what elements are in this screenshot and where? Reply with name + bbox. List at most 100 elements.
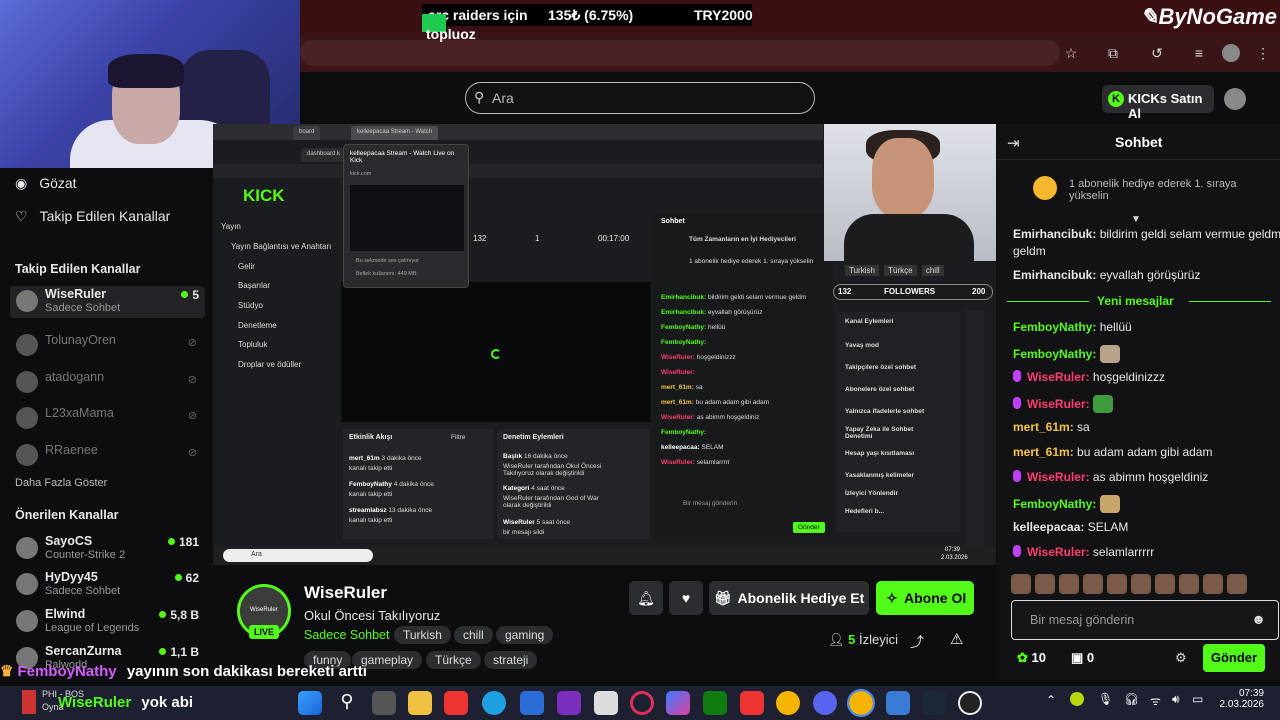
edge-icon[interactable] bbox=[482, 691, 506, 715]
sidebar-item-sayocs[interactable]: SayoCS Counter-Strike 2 181 bbox=[10, 533, 205, 565]
share-icon[interactable]: ⤴ bbox=[910, 632, 924, 652]
microphone-icon[interactable]: 🎙︎ bbox=[1098, 692, 1113, 706]
emote-icon[interactable] bbox=[1059, 574, 1079, 594]
sidebar-item-tolunayoren[interactable]: TolunayOren ⊘ bbox=[10, 330, 205, 362]
show-more-link[interactable]: Daha Fazla Göster bbox=[15, 477, 107, 489]
gift-sub-button[interactable]: 🎁︎ Abonelik Hediye Et bbox=[709, 581, 869, 615]
chat-user[interactable]: WiseRuler: bbox=[1027, 470, 1090, 484]
follow-button[interactable]: ♥ bbox=[669, 581, 703, 615]
chevron-up-icon[interactable]: ⌃ bbox=[1046, 693, 1056, 707]
emote-icon[interactable] bbox=[1083, 574, 1103, 594]
report-icon[interactable]: ⚠ bbox=[950, 630, 963, 648]
chat-user[interactable]: WiseRuler: bbox=[1027, 545, 1090, 559]
sidebar-item-wiseruler[interactable]: WiseRuler Sadece Sohbet 5 bbox=[10, 286, 205, 318]
sidebar-item-l23xamama[interactable]: L23xaMama ⊘ bbox=[10, 403, 205, 435]
emote-icon[interactable] bbox=[1203, 574, 1223, 594]
user-avatar[interactable] bbox=[1224, 88, 1246, 110]
windows-start-icon[interactable] bbox=[298, 691, 322, 715]
notification-bell-button[interactable]: 🔔︎ bbox=[629, 581, 663, 615]
task-view-icon[interactable] bbox=[372, 691, 396, 715]
chat-user[interactable]: Emirhancibuk: bbox=[1013, 227, 1096, 241]
tag[interactable]: gaming bbox=[496, 626, 554, 644]
sidebar-item-rraenee[interactable]: RRaenee ⊘ bbox=[10, 440, 205, 472]
chat-user[interactable]: FemboyNathy: bbox=[1013, 497, 1096, 511]
sidebar-item-atadogann[interactable]: atadogann ⊘ bbox=[10, 367, 205, 399]
guest-webcam bbox=[824, 124, 996, 262]
headset-icon[interactable]: 🎧︎ bbox=[1124, 692, 1139, 706]
chat-user[interactable]: kelleepacaa: bbox=[1013, 520, 1084, 534]
sidebar-browse[interactable]: ◉ Gözat bbox=[15, 175, 77, 192]
app-icon[interactable] bbox=[594, 691, 618, 715]
media-control-icon[interactable]: ≡ bbox=[1190, 44, 1208, 62]
chat-input[interactable]: Bir mesaj gönderin ☻ bbox=[1011, 600, 1279, 640]
app-icon[interactable] bbox=[520, 691, 544, 715]
tray-app-icon[interactable] bbox=[1070, 692, 1084, 706]
chat-user[interactable]: WiseRuler: bbox=[1027, 397, 1090, 411]
video-player[interactable]: board kelleepacaa Stream - Watch dashboa… bbox=[213, 124, 996, 565]
obs-icon[interactable] bbox=[958, 691, 982, 715]
emote-icon[interactable] bbox=[1155, 574, 1175, 594]
extensions-icon[interactable]: ⧉ bbox=[1104, 44, 1122, 62]
emote-icon[interactable] bbox=[1035, 574, 1055, 594]
xbox-icon[interactable] bbox=[703, 691, 727, 715]
opera-icon[interactable] bbox=[630, 691, 654, 715]
gift-balance[interactable]: ▣ 0 bbox=[1071, 650, 1094, 666]
emote-icon[interactable] bbox=[1107, 574, 1127, 594]
stream-category[interactable]: Sadece Sohbet bbox=[304, 628, 390, 642]
emoji-icon[interactable]: ☻ bbox=[1251, 611, 1266, 627]
buy-kicks-button[interactable]: K KICKs Satın Al bbox=[1102, 85, 1214, 121]
stream-chat-text: sa bbox=[695, 384, 703, 391]
gift-leaderboard-banner[interactable]: 1 abonelik hediye ederek 1. sıraya yükse… bbox=[1069, 178, 1249, 202]
collapse-chat-icon[interactable]: ⇥ bbox=[1007, 134, 1020, 152]
tag[interactable]: strateji bbox=[484, 651, 538, 669]
channel-name[interactable]: WiseRuler bbox=[304, 583, 387, 603]
pinned-icon[interactable]: ▼ bbox=[1131, 214, 1141, 225]
wifi-icon[interactable]: ᯤ bbox=[1150, 692, 1161, 709]
overlay-text: yayının son dakikası bereketi arttı bbox=[126, 663, 367, 680]
chrome-icon[interactable] bbox=[776, 691, 800, 715]
chat-user[interactable]: FemboyNathy: bbox=[1013, 320, 1096, 334]
history-icon[interactable]: ↺ bbox=[1148, 44, 1166, 62]
search-icon[interactable]: ⚲ bbox=[335, 691, 359, 715]
chat-user[interactable]: mert_61m: bbox=[1013, 445, 1074, 459]
sidebar-following[interactable]: ♡ Takip Edilen Kanallar bbox=[15, 208, 170, 225]
emote-icon[interactable] bbox=[1179, 574, 1199, 594]
address-bar[interactable] bbox=[300, 40, 1060, 66]
app-icon[interactable] bbox=[557, 691, 581, 715]
kicks-balance[interactable]: ✿ 10 bbox=[1017, 650, 1046, 666]
chat-user[interactable]: WiseRuler: bbox=[1027, 370, 1090, 384]
copilot-icon[interactable] bbox=[666, 691, 690, 715]
star-icon[interactable]: ☆ bbox=[1062, 44, 1080, 62]
chat-user[interactable]: mert_61m: bbox=[1013, 420, 1074, 434]
chat-user[interactable]: Emirhancibuk: bbox=[1013, 268, 1096, 282]
sidebar-item-elwind[interactable]: Elwind League of Legends 5,8 B bbox=[10, 606, 205, 638]
app-icon[interactable] bbox=[886, 691, 910, 715]
discord-icon[interactable] bbox=[813, 691, 837, 715]
viewer-count: 5,8 B bbox=[159, 608, 199, 622]
chrome-icon[interactable] bbox=[847, 689, 875, 717]
tag[interactable]: Türkçe bbox=[426, 651, 481, 669]
send-button[interactable]: Gönder bbox=[1203, 644, 1265, 672]
search-input[interactable]: ⚲ Ara bbox=[465, 82, 815, 114]
emote-bar[interactable] bbox=[1011, 574, 1271, 596]
emote-icon[interactable] bbox=[1011, 574, 1031, 594]
clock[interactable]: 07:39 2.03.2026 bbox=[1218, 688, 1265, 710]
netflix-icon[interactable] bbox=[444, 691, 468, 715]
app-icon[interactable] bbox=[740, 691, 764, 715]
battery-icon[interactable]: ▭ bbox=[1192, 692, 1203, 706]
steam-icon[interactable] bbox=[922, 691, 946, 715]
volume-icon[interactable]: 🔊︎ bbox=[1172, 692, 1180, 707]
gear-icon[interactable]: ⚙ bbox=[1175, 650, 1187, 666]
emote-icon[interactable] bbox=[1131, 574, 1151, 594]
chat-user[interactable]: FemboyNathy: bbox=[1013, 347, 1096, 361]
file-explorer-icon[interactable] bbox=[408, 691, 432, 715]
mod-desc: WiseRuler tarafından Okul Öncesi Takılıy… bbox=[503, 463, 602, 477]
menu-icon[interactable]: ⋮ bbox=[1254, 44, 1272, 62]
emote-icon[interactable] bbox=[1227, 574, 1247, 594]
profile-icon[interactable] bbox=[1222, 44, 1240, 62]
subscribe-button[interactable]: ✧ Abone Ol bbox=[876, 581, 974, 615]
tab-hover-memory: Bellek kullanımı: 449 MB bbox=[356, 271, 417, 277]
tag[interactable]: chill bbox=[454, 626, 493, 644]
tag[interactable]: Turkish bbox=[394, 626, 451, 644]
sidebar-item-hydyy45[interactable]: HyDyy45 Sadece Sohbet 62 bbox=[10, 569, 205, 601]
